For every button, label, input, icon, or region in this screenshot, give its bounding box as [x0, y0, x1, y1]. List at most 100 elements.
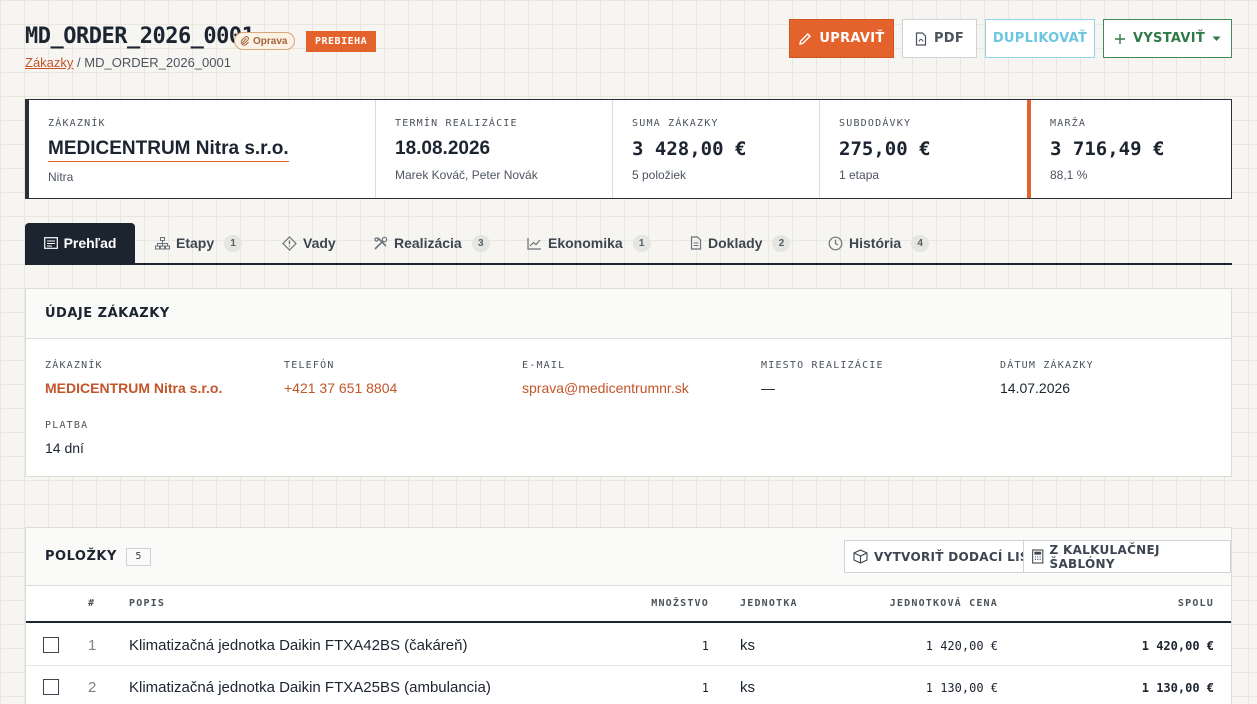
- field-customer-link[interactable]: MEDICENTRUM Nitra s.r.o.: [45, 380, 222, 396]
- field-email-label: E-MAIL: [522, 360, 566, 371]
- summary-order-sum-label: SUMA ZÁKAZKY: [632, 118, 719, 129]
- field-place-label: MIESTO REALIZÁCIE: [761, 360, 884, 371]
- list-icon: [43, 237, 58, 249]
- table-row: 1 Klimatizačná jednotka Daikin FTXA42BS …: [26, 624, 1231, 666]
- row-checkbox[interactable]: [43, 679, 59, 695]
- plus-icon: [1114, 33, 1125, 44]
- breadcrumb: Zákazky / MD_ORDER_2026_0001: [25, 55, 231, 70]
- tab-bar: Prehľad Etapy 1 Vady Realizácia 3 Ekonom…: [25, 223, 1232, 265]
- items-title: POLOŽKY: [45, 549, 117, 564]
- field-date: DÁTUM ZÁKAZKY 14.07.2026: [1000, 360, 1094, 396]
- tab-defects-label: Vady: [303, 235, 336, 251]
- line-chart-icon: [527, 237, 541, 250]
- table-row: 2 Klimatizačná jednotka Daikin FTXA25BS …: [26, 666, 1231, 704]
- col-total: SPOLU: [1177, 598, 1214, 609]
- col-unit: JEDNOTKA: [740, 598, 798, 609]
- row-total: 1 420,00 €: [1141, 639, 1214, 653]
- page-title: MD_ORDER_2026_0001: [25, 24, 255, 49]
- items-panel: POLOŽKY 5 VYTVORIŤ DODACÍ LIST Z KALKULA…: [25, 527, 1232, 704]
- chevron-down-icon: [1212, 36, 1221, 41]
- clock-icon: [828, 236, 843, 250]
- summary-order-sum-value: 3 428,00 €: [632, 138, 747, 160]
- breadcrumb-current: MD_ORDER_2026_0001: [84, 55, 231, 70]
- field-payment-label: PLATBA: [45, 420, 89, 431]
- row-description: Klimatizačná jednotka Daikin FTXA25BS (a…: [129, 679, 491, 696]
- tools-icon: [374, 236, 388, 250]
- from-template-label: Z KALKULAČNEJ ŠABLÓNY: [1049, 542, 1160, 571]
- tab-defects[interactable]: Vady: [282, 223, 336, 263]
- summary-margin-label: MARŽA: [1050, 118, 1087, 129]
- summary-customer-city: Nitra: [48, 170, 74, 184]
- row-quantity: 1: [701, 639, 709, 653]
- field-date-value: 14.07.2026: [1000, 380, 1071, 396]
- pdf-file-icon: [915, 31, 927, 46]
- from-template-button[interactable]: Z KALKULAČNEJ ŠABLÓNY: [1023, 540, 1231, 573]
- tab-economics[interactable]: Ekonomika 1: [527, 223, 651, 263]
- row-number: 2: [88, 679, 97, 696]
- field-customer: ZÁKAZNÍK MEDICENTRUM Nitra s.r.o.: [45, 360, 222, 396]
- tab-economics-label: Ekonomika: [548, 235, 623, 251]
- field-payment: PLATBA 14 dní: [45, 420, 88, 456]
- row-number: 1: [88, 637, 97, 654]
- breadcrumb-link-orders[interactable]: Zákazky: [25, 55, 73, 70]
- summary-customer: ZÁKAZNÍK MEDICENTRUM Nitra s.r.o. Nitra: [29, 100, 376, 198]
- box-icon: [853, 549, 868, 564]
- order-details-title: ÚDAJE ZÁKAZKY: [45, 306, 170, 321]
- summary-deadline-value: 18.08.2026: [395, 138, 491, 159]
- duplicate-button[interactable]: DUPLIKOVAŤ: [985, 19, 1095, 58]
- issue-button-label: VYSTAVIŤ: [1132, 31, 1206, 46]
- edit-button-label: UPRAVIŤ: [819, 31, 885, 46]
- summary-margin: MARŽA 3 716,49 € 88,1 %: [1027, 100, 1231, 198]
- field-email-link[interactable]: sprava@medicentrumnr.sk: [522, 380, 689, 396]
- field-phone-label: TELEFÓN: [284, 360, 335, 371]
- summary-deadline-label: TERMÍN REALIZÁCIE: [395, 118, 518, 129]
- tab-stages[interactable]: Etapy 1: [155, 223, 243, 263]
- hierarchy-icon: [155, 236, 170, 249]
- create-delivery-note-button[interactable]: VYTVORIŤ DODACÍ LIST: [844, 540, 1047, 573]
- paperclip-icon: [240, 36, 249, 46]
- items-table-header: # POPIS MNOŽSTVO JEDNOTKA JEDNOTKOVÁ CEN…: [26, 586, 1231, 623]
- issue-dropdown-button[interactable]: VYSTAVIŤ: [1103, 19, 1232, 58]
- pdf-button[interactable]: PDF: [902, 19, 977, 58]
- tab-history[interactable]: História 4: [828, 223, 930, 263]
- field-place: MIESTO REALIZÁCIE —: [761, 360, 884, 396]
- summary-customer-link[interactable]: MEDICENTRUM Nitra s.r.o.: [48, 138, 289, 162]
- summary-order-sum-sub: 5 položiek: [632, 168, 687, 182]
- status-badge: PREBIEHA: [306, 31, 377, 52]
- col-quantity: MNOŽSTVO: [651, 598, 709, 609]
- field-date-label: DÁTUM ZÁKAZKY: [1000, 360, 1094, 371]
- order-details-header: ÚDAJE ZÁKAZKY: [26, 289, 1231, 339]
- tab-documents-label: Doklady: [708, 235, 763, 251]
- row-unit: ks: [740, 679, 755, 696]
- order-details-panel: ÚDAJE ZÁKAZKY ZÁKAZNÍK MEDICENTRUM Nitra…: [25, 288, 1232, 477]
- tab-overview[interactable]: Prehľad: [25, 223, 135, 263]
- field-phone-link[interactable]: +421 37 651 8804: [284, 380, 397, 396]
- calculator-icon: [1032, 549, 1044, 564]
- create-delivery-note-label: VYTVORIŤ DODACÍ LIST: [874, 549, 1038, 564]
- row-description: Klimatizačná jednotka Daikin FTXA42BS (č…: [129, 637, 468, 654]
- tab-realization-label: Realizácia: [394, 235, 462, 251]
- warning-diamond-icon: [282, 235, 297, 251]
- col-number: #: [88, 598, 96, 609]
- order-summary-card: ZÁKAZNÍK MEDICENTRUM Nitra s.r.o. Nitra …: [25, 99, 1232, 199]
- row-quantity: 1: [701, 681, 709, 695]
- row-checkbox[interactable]: [43, 637, 59, 653]
- row-unit: ks: [740, 637, 755, 654]
- field-phone: TELEFÓN +421 37 651 8804: [284, 360, 397, 396]
- pdf-button-label: PDF: [933, 31, 965, 46]
- field-place-value: —: [761, 380, 775, 396]
- field-payment-value: 14 dní: [45, 440, 84, 456]
- summary-customer-label: ZÁKAZNÍK: [48, 118, 106, 129]
- type-tag: Oprava: [234, 32, 296, 50]
- row-total: 1 130,00 €: [1141, 681, 1214, 695]
- summary-subcontracts-label: SUBDODÁVKY: [839, 118, 912, 129]
- summary-margin-value: 3 716,49 €: [1050, 138, 1165, 160]
- tab-economics-count: 1: [632, 234, 651, 252]
- tab-realization[interactable]: Realizácia 3: [373, 223, 490, 263]
- tab-documents[interactable]: Doklady 2: [690, 223, 791, 263]
- breadcrumb-separator: /: [77, 55, 81, 70]
- row-unit-price: 1 130,00 €: [925, 681, 998, 695]
- tab-history-label: História: [849, 235, 902, 251]
- edit-button[interactable]: UPRAVIŤ: [789, 19, 894, 58]
- type-tag-label: Oprava: [253, 35, 288, 47]
